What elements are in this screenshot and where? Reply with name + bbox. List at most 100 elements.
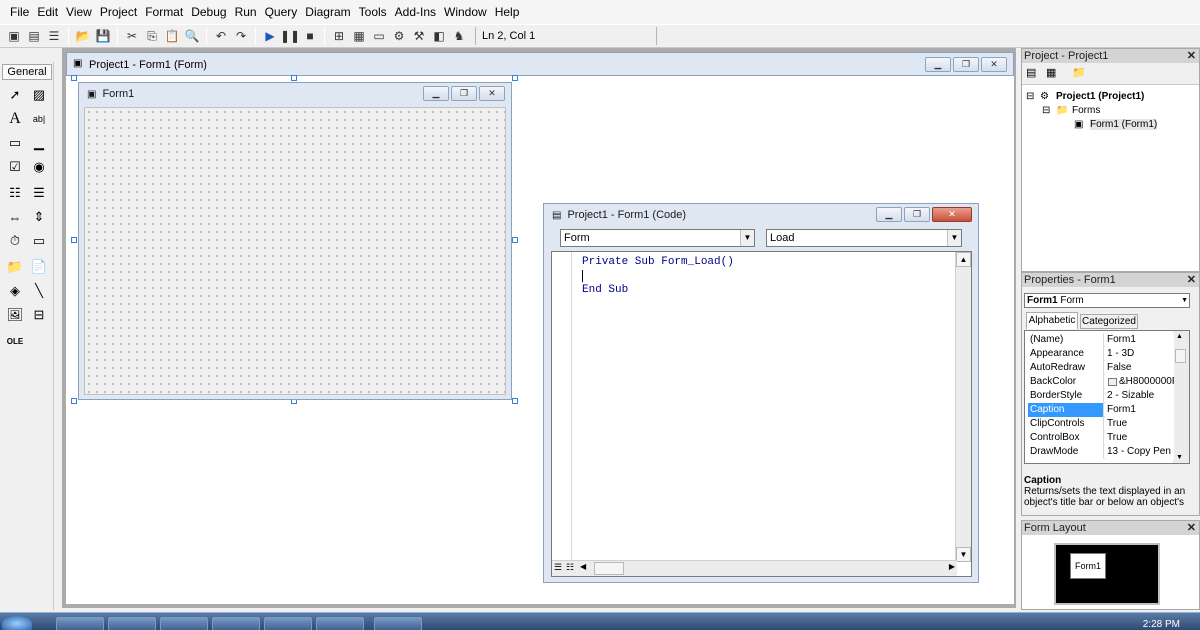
resize-handle[interactable]: [71, 75, 77, 81]
menu-format[interactable]: Format: [141, 0, 187, 24]
commandbutton-icon[interactable]: ▁: [28, 132, 50, 154]
scroll-up-icon[interactable]: ▲: [956, 252, 971, 267]
data-view-icon[interactable]: ◧: [429, 26, 449, 46]
toolbox-icon[interactable]: ⚒: [409, 26, 429, 46]
code-window[interactable]: ▤ Project1 - Form1 (Code) ▁ ❐ ✕ Form ▼ L…: [543, 203, 979, 583]
toggle-folders-icon[interactable]: 📁: [1072, 66, 1086, 79]
chevron-down-icon[interactable]: ▼: [740, 230, 754, 246]
code-editor[interactable]: Private Sub Form_Load() End Sub ▲ ▼ ☰ ☷ …: [551, 251, 972, 577]
procedure-view-icon[interactable]: ☰: [554, 562, 562, 573]
tree-expander-icon[interactable]: ⊟: [1042, 105, 1050, 116]
taskbar-app-button[interactable]: [212, 617, 260, 630]
property-value[interactable]: Form1: [1105, 403, 1174, 417]
vscrollbar-icon[interactable]: ⇕: [28, 206, 50, 228]
scroll-up-icon[interactable]: ▲: [1176, 333, 1183, 340]
line-icon[interactable]: ╲: [28, 280, 50, 302]
restore-button[interactable]: ❐: [904, 207, 930, 222]
property-row[interactable]: ClipControls True: [1028, 417, 1174, 431]
property-scrollbar[interactable]: ▲ ▼: [1173, 331, 1189, 463]
textbox-icon[interactable]: ab|: [28, 108, 50, 130]
menu-file[interactable]: File: [6, 0, 33, 24]
shape-icon[interactable]: ◈: [4, 280, 26, 302]
full-module-view-icon[interactable]: ☷: [566, 562, 574, 573]
property-row[interactable]: BorderStyle 2 - Sizable: [1028, 389, 1174, 403]
property-row[interactable]: (Name) Form1: [1028, 333, 1174, 347]
menu-window[interactable]: Window: [440, 0, 491, 24]
restore-button[interactable]: ❐: [953, 57, 979, 72]
stop-icon[interactable]: ■: [300, 26, 320, 46]
close-icon[interactable]: ✕: [1187, 273, 1196, 287]
form-position-preview[interactable]: Form1: [1070, 553, 1106, 579]
minimize-button[interactable]: ▁: [423, 86, 449, 101]
project-panel-titlebar[interactable]: Project - Project1 ✕: [1022, 49, 1199, 63]
form-layout-icon[interactable]: ▭: [369, 26, 389, 46]
chevron-down-icon[interactable]: ▼: [1181, 294, 1188, 307]
property-value[interactable]: True: [1105, 417, 1174, 431]
taskbar-app-button[interactable]: [374, 617, 422, 630]
property-row[interactable]: AutoRedraw False: [1028, 361, 1174, 375]
designer-window-titlebar[interactable]: ▣ Project1 - Form1 (Form) ▁ ❐ ✕: [66, 52, 1014, 76]
tree-root[interactable]: Project1 (Project1): [1056, 91, 1144, 102]
form1-client-area[interactable]: [84, 107, 506, 395]
scroll-thumb[interactable]: [594, 562, 624, 575]
drivelistbox-icon[interactable]: ▭: [28, 230, 50, 252]
close-button[interactable]: ✕: [479, 86, 505, 101]
restore-button[interactable]: ❐: [451, 86, 477, 101]
add-form-icon[interactable]: ▤: [24, 26, 44, 46]
vertical-scrollbar[interactable]: ▲ ▼: [955, 252, 971, 562]
menu-query[interactable]: Query: [261, 0, 302, 24]
layout-panel-titlebar[interactable]: Form Layout ✕: [1022, 521, 1199, 535]
property-row[interactable]: BackColor &H8000000F: [1028, 375, 1174, 389]
dirlistbox-icon[interactable]: 📁: [4, 256, 26, 278]
object-browser-icon[interactable]: ⚙: [389, 26, 409, 46]
hscrollbar-icon[interactable]: ⇔: [4, 206, 26, 228]
taskbar-app-button[interactable]: [56, 617, 104, 630]
property-value[interactable]: True: [1105, 431, 1174, 445]
scroll-thumb[interactable]: [1175, 349, 1186, 363]
resize-handle[interactable]: [512, 75, 518, 81]
filelistbox-icon[interactable]: 📄: [28, 256, 50, 278]
copy-icon[interactable]: ⎘: [142, 26, 162, 46]
ole-icon[interactable]: OLE: [4, 330, 26, 352]
resize-handle[interactable]: [291, 75, 297, 81]
tree-item-form1[interactable]: Form1 (Form1): [1090, 119, 1158, 130]
picturebox-icon[interactable]: ▨: [28, 84, 50, 106]
properties-panel-titlebar[interactable]: Properties - Form1 ✕: [1022, 273, 1199, 287]
menu-debug[interactable]: Debug: [187, 0, 230, 24]
procedure-combo[interactable]: Load ▼: [766, 229, 962, 247]
menu-tools[interactable]: Tools: [355, 0, 391, 24]
find-icon[interactable]: 🔍: [182, 26, 202, 46]
combobox-icon[interactable]: ☷: [4, 182, 26, 204]
property-row[interactable]: Appearance 1 - 3D: [1028, 347, 1174, 361]
open-folder-icon[interactable]: 📂: [73, 26, 93, 46]
frame-icon[interactable]: ▭: [4, 132, 26, 154]
view-object-icon[interactable]: ▦: [1046, 66, 1056, 79]
menu-view[interactable]: View: [62, 0, 96, 24]
taskbar-app-button[interactable]: [316, 617, 364, 630]
property-value[interactable]: 13 - Copy Pen: [1105, 445, 1174, 459]
chevron-down-icon[interactable]: ▼: [947, 230, 961, 246]
object-combo[interactable]: Form ▼: [560, 229, 755, 247]
horizontal-scrollbar[interactable]: ☰ ☷ ◀ ▶: [552, 560, 957, 576]
tab-categorized[interactable]: Categorized: [1080, 314, 1138, 329]
scroll-down-icon[interactable]: ▼: [956, 547, 971, 562]
component-manager-icon[interactable]: ♞: [449, 26, 469, 46]
checkbox-icon[interactable]: ☑: [4, 156, 26, 178]
minimize-button[interactable]: ▁: [876, 207, 902, 222]
toolbox-tab-general[interactable]: General: [2, 64, 52, 80]
listbox-icon[interactable]: ☰: [28, 182, 50, 204]
tree-expander-icon[interactable]: ⊟: [1026, 91, 1034, 102]
data-control-icon[interactable]: ⊟: [28, 304, 50, 326]
resize-handle[interactable]: [71, 398, 77, 404]
close-button[interactable]: ✕: [981, 57, 1007, 72]
property-row[interactable]: ControlBox True: [1028, 431, 1174, 445]
scroll-right-icon[interactable]: ▶: [949, 562, 955, 571]
menu-editor-icon[interactable]: ☰: [44, 26, 64, 46]
menu-add-ins[interactable]: Add-Ins: [391, 0, 440, 24]
pause-icon[interactable]: ❚❚: [280, 26, 300, 46]
property-value[interactable]: 2 - Sizable: [1105, 389, 1174, 403]
tree-folder-forms[interactable]: Forms: [1072, 105, 1100, 116]
close-button[interactable]: ✕: [932, 207, 972, 222]
scroll-left-icon[interactable]: ◀: [580, 562, 586, 571]
project-explorer-icon[interactable]: ⊞: [329, 26, 349, 46]
